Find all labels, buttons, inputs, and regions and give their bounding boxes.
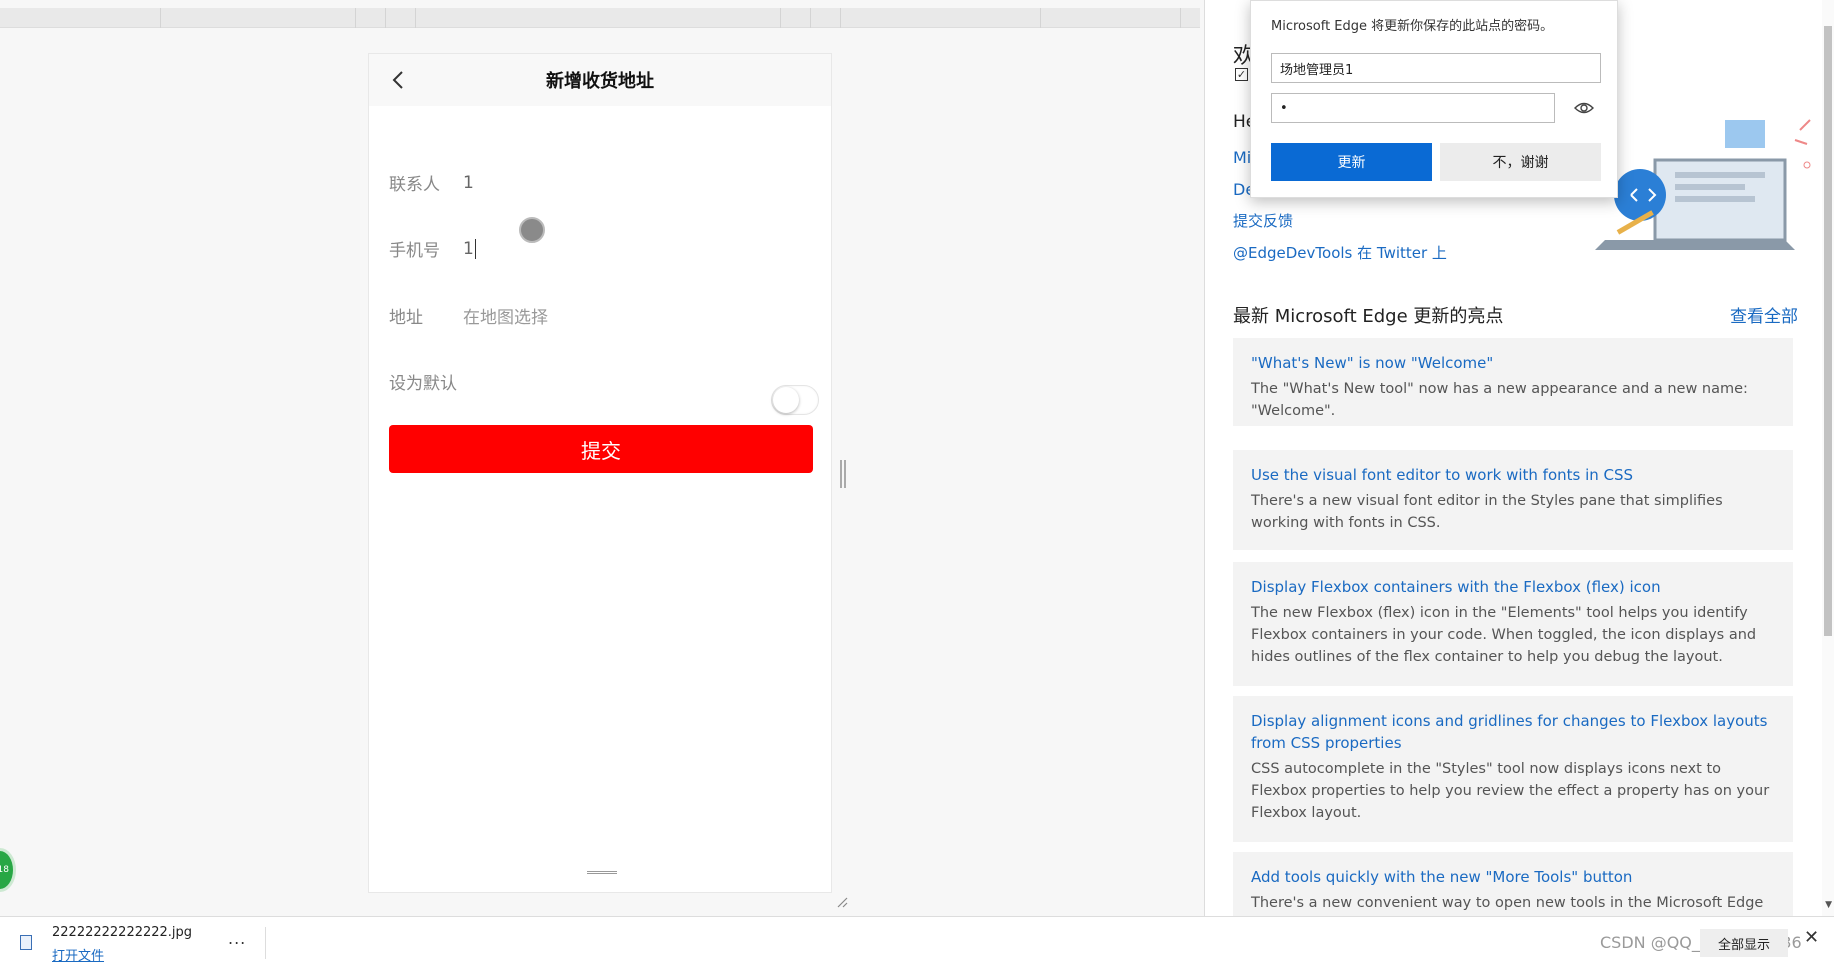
news-card[interactable]: Display alignment icons and gridlines fo…	[1233, 696, 1793, 842]
phone-input-value: 1	[463, 238, 474, 259]
device-toolbar-ruler	[0, 8, 1200, 28]
update-password-button[interactable]: 更新	[1271, 143, 1432, 181]
back-arrow-icon[interactable]	[387, 68, 411, 92]
card-title[interactable]: "What's New" is now "Welcome"	[1251, 352, 1775, 374]
devtools-scrollbar[interactable]: ▼	[1822, 0, 1834, 916]
news-card[interactable]: Display Flexbox containers with the Flex…	[1233, 562, 1793, 686]
phone-label: 手机号	[389, 241, 440, 261]
contact-label: 联系人	[389, 175, 440, 195]
text-caret	[474, 238, 476, 259]
download-bar: 22222222222222.jpg 打开文件 ... CSDN @QQ_379…	[0, 916, 1834, 966]
card-title[interactable]: Use the visual font editor to work with …	[1251, 464, 1775, 486]
card-title[interactable]: Add tools quickly with the new "More Too…	[1251, 866, 1775, 888]
news-card[interactable]: Use the visual font editor to work with …	[1233, 450, 1793, 550]
phone-input[interactable]: 1	[463, 238, 476, 259]
highlights-section-title: 最新 Microsoft Edge 更新的亮点	[1233, 306, 1504, 327]
phone-row: 手机号 1	[389, 236, 811, 261]
contact-input[interactable]: 1	[463, 173, 474, 193]
default-label: 设为默认	[389, 374, 457, 394]
download-file-name[interactable]: 22222222222222.jpg	[52, 925, 192, 940]
show-on-startup-checkbox[interactable]: ✓	[1235, 68, 1248, 81]
emulator-resize-handle[interactable]	[587, 871, 617, 874]
show-all-downloads-button[interactable]: 全部显示	[1700, 929, 1788, 957]
password-dialog-message: Microsoft Edge 将更新你保存的此站点的密码。	[1271, 19, 1554, 34]
scroll-down-arrow-icon[interactable]: ▼	[1825, 900, 1832, 910]
view-all-link[interactable]: 查看全部	[1730, 302, 1798, 327]
card-body: The "What's New tool" now has a new appe…	[1251, 381, 1748, 419]
show-password-eye-icon[interactable]	[1573, 99, 1595, 117]
scrollbar-thumb[interactable]	[1824, 26, 1832, 636]
mobile-emulator-screen: 新增收货地址 联系人 1 手机号 1 地址 在地图选择 设为默认 提交	[368, 53, 832, 893]
image-file-icon	[20, 935, 32, 950]
address-row[interactable]: 地址 在地图选择	[389, 303, 811, 328]
feedback-link[interactable]: 提交反馈	[1233, 210, 1293, 231]
open-file-link[interactable]: 打开文件	[52, 945, 104, 964]
emulator-side-resize-handle[interactable]	[840, 460, 846, 488]
username-field[interactable]	[1271, 53, 1601, 83]
card-body: CSS autocomplete in the "Styles" tool no…	[1251, 761, 1770, 821]
address-map-select[interactable]: 在地图选择	[463, 303, 548, 328]
default-toggle[interactable]	[771, 385, 819, 415]
default-row: 设为默认	[389, 369, 811, 394]
news-card[interactable]: "What's New" is now "Welcome" The "What'…	[1233, 338, 1793, 426]
address-label: 地址	[389, 308, 423, 328]
page-header: 新增收货地址	[369, 54, 831, 106]
toggle-knob	[773, 387, 799, 413]
more-options-icon[interactable]: ...	[228, 929, 246, 948]
card-title[interactable]: Display Flexbox containers with the Flex…	[1251, 576, 1775, 598]
docs-link[interactable]: Mi	[1233, 148, 1251, 167]
close-download-bar-icon[interactable]: ✕	[1804, 927, 1819, 948]
divider	[265, 927, 266, 959]
card-body: There's a new convenient way to open new…	[1251, 895, 1764, 911]
card-title[interactable]: Display alignment icons and gridlines fo…	[1251, 710, 1775, 754]
touch-cursor-indicator	[519, 217, 545, 243]
submit-button[interactable]: 提交	[389, 425, 813, 473]
password-field[interactable]	[1271, 93, 1555, 123]
news-card[interactable]: Add tools quickly with the new "More Too…	[1233, 852, 1793, 916]
no-thanks-button[interactable]: 不，谢谢	[1440, 143, 1601, 181]
twitter-link[interactable]: @EdgeDevTools 在 Twitter 上	[1233, 242, 1447, 263]
password-update-dialog: Microsoft Edge 将更新你保存的此站点的密码。 更新 不，谢谢	[1250, 0, 1618, 198]
card-body: There's a new visual font editor in the …	[1251, 493, 1723, 531]
resize-corner-icon[interactable]	[836, 896, 848, 908]
page-title: 新增收货地址	[546, 71, 654, 92]
contact-row: 联系人 1	[389, 170, 811, 196]
side-badge[interactable]: 18	[0, 848, 16, 892]
card-body: The new Flexbox (flex) icon in the "Elem…	[1251, 605, 1757, 665]
